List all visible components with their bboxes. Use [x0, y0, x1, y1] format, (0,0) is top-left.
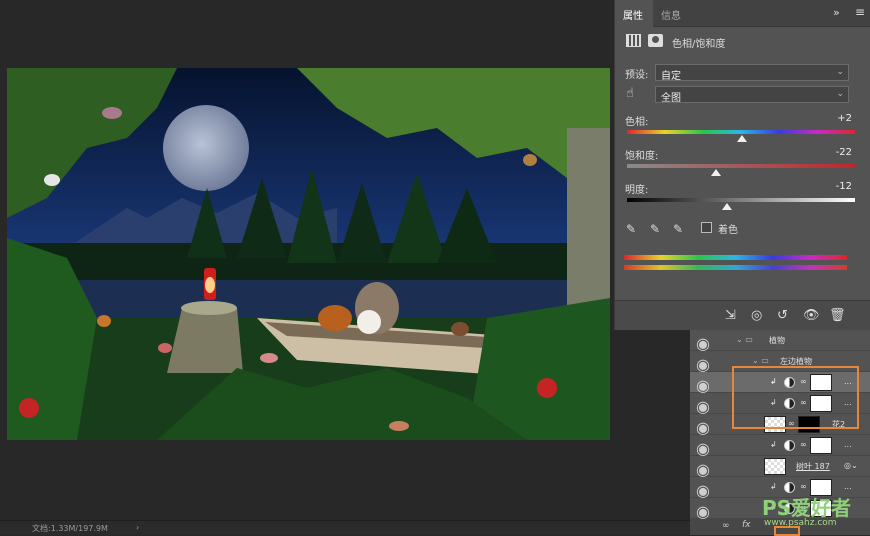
toggle-visibility-icon[interactable]: 👁: [803, 308, 820, 323]
eyedropper-icon[interactable]: ✎: [626, 222, 636, 236]
panel-menu-icon[interactable]: ≡: [855, 5, 865, 19]
hue-label: 色相:: [625, 117, 649, 128]
fx-icon[interactable]: fx: [742, 520, 751, 530]
preset-select[interactable]: 自定 ⌄: [655, 64, 849, 82]
tab-info[interactable]: 信息: [653, 0, 691, 27]
adjustment-icon: [784, 440, 795, 451]
tab-properties[interactable]: 属性: [615, 0, 653, 27]
eye-icon[interactable]: ◉: [696, 481, 710, 500]
saturation-track[interactable]: [627, 164, 855, 168]
eye-icon[interactable]: ◉: [696, 397, 710, 416]
collapse-icon[interactable]: »: [833, 6, 840, 19]
layer-row-leaf[interactable]: ◉ 树叶 187 ◎⌄: [690, 456, 870, 479]
lightness-track[interactable]: [627, 198, 855, 202]
layer-row-group-plants[interactable]: ◉ ⌄ ▭ 植物: [690, 330, 870, 353]
eye-icon[interactable]: ◉: [696, 376, 710, 395]
layer-name: 树叶 187: [796, 462, 830, 471]
view-previous-state-icon[interactable]: ◎: [751, 308, 762, 323]
hue-slider-knob[interactable]: [737, 135, 748, 142]
clip-to-layer-icon[interactable]: ⇲: [725, 308, 736, 323]
lightness-label: 明度:: [625, 185, 649, 196]
watermark-site: www.psahz.com: [764, 518, 837, 528]
eye-icon[interactable]: ◉: [696, 334, 710, 353]
smart-filter-icon: ◎⌄: [844, 461, 858, 470]
channel-value: 全图: [661, 93, 681, 104]
eye-icon[interactable]: ◉: [696, 418, 710, 437]
lightness-slider-knob[interactable]: [722, 203, 733, 210]
properties-tabbar: 属性 信息 » ≡: [615, 0, 870, 27]
artwork-image[interactable]: [7, 68, 610, 440]
lightness-value[interactable]: -12: [812, 181, 852, 192]
eyedropper-add-icon[interactable]: ✎: [650, 222, 660, 236]
delete-icon[interactable]: 🗑: [829, 308, 846, 323]
eye-icon[interactable]: ◉: [696, 460, 710, 479]
adjustment-title: 色相/饱和度: [672, 39, 726, 50]
chevron-down-icon: ⌄: [836, 67, 844, 77]
eye-icon[interactable]: ◉: [696, 502, 710, 521]
saturation-slider-knob[interactable]: [710, 169, 721, 176]
chevron-down-icon: ⌄: [836, 89, 844, 99]
properties-panel: 属性 信息 » ≡ 色相/饱和度 预设: 自定 ⌄ ☝ 全图 ⌄ 色相: +2 …: [614, 0, 870, 330]
more-indicator: ...: [844, 440, 852, 449]
hue-sat-layer-icon: [626, 34, 641, 47]
eye-icon[interactable]: ◉: [696, 355, 710, 374]
link-icon: ∞: [800, 440, 807, 449]
targeted-adjustment-hand-icon[interactable]: ☝: [626, 86, 634, 101]
eye-icon[interactable]: ◉: [696, 439, 710, 458]
link-icon: ∞: [800, 482, 807, 491]
link-layers-icon[interactable]: ∞: [722, 521, 730, 531]
color-bar-bottom: [624, 265, 847, 270]
layer-name: 植物: [769, 336, 785, 345]
color-bar-top: [624, 255, 847, 260]
colorize-checkbox[interactable]: [701, 222, 712, 233]
more-indicator: ...: [844, 482, 852, 491]
channel-select[interactable]: 全图 ⌄: [655, 86, 849, 104]
preset-value: 自定: [661, 71, 681, 82]
document-canvas-area[interactable]: [0, 0, 690, 520]
doc-size-info: 文档:1.33M/197.9M: [32, 524, 108, 533]
reset-icon[interactable]: ↺: [777, 308, 788, 323]
clip-icon: ↲: [770, 482, 777, 491]
hue-track[interactable]: [627, 130, 855, 134]
watermark-brand: PS爱好者: [762, 496, 852, 520]
colorize-label: 着色: [718, 225, 738, 236]
saturation-label: 饱和度:: [625, 151, 659, 162]
preset-label: 预设:: [625, 70, 649, 81]
status-menu-arrow[interactable]: ›: [136, 523, 139, 532]
highlight-box: [732, 366, 859, 429]
status-bar: 文档:1.33M/197.9M ›: [0, 520, 690, 535]
clip-icon: ↲: [770, 440, 777, 449]
mask-icon[interactable]: [648, 34, 663, 47]
layer-row-adjustment[interactable]: ◉ ↲ ∞ ...: [690, 435, 870, 458]
mask-thumbnail[interactable]: [810, 437, 832, 454]
eyedropper-subtract-icon[interactable]: ✎: [673, 222, 683, 236]
watermark: PS爱好者 www.psahz.com: [762, 492, 868, 534]
saturation-value[interactable]: -22: [812, 147, 852, 158]
layer-thumbnail: [764, 458, 786, 475]
hue-value[interactable]: +2: [812, 113, 852, 124]
